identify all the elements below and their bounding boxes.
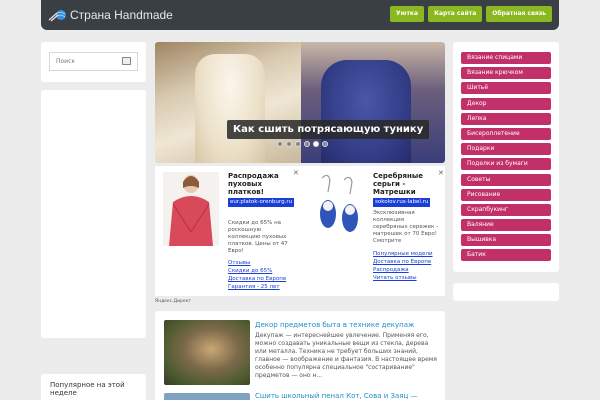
slider-dots <box>277 141 328 147</box>
article-title[interactable]: Декор предметов быта в технике декупаж <box>255 321 439 329</box>
popular-title: Популярное на этой неделе <box>50 381 125 397</box>
article-list: Декор предметов быта в технике декупаж Д… <box>155 311 445 400</box>
category-embroidery[interactable]: Вышивка <box>461 234 551 247</box>
ad-shawls: Распродажа пуховых платков! ✕ eur.platok… <box>155 166 300 296</box>
ad-links: Отзывы Скидки до 65% Доставка по Европе … <box>228 259 294 291</box>
category-scrapbooking[interactable]: Скрапбукинг <box>461 203 551 216</box>
category-felting[interactable]: Валяние <box>461 219 551 232</box>
search-widget <box>41 42 146 82</box>
slider-dot[interactable] <box>295 141 301 147</box>
ad-link-sale[interactable]: Распродажа <box>373 266 439 274</box>
left-sidebar <box>41 42 146 338</box>
ad-link-delivery[interactable]: Доставка по Европе <box>373 258 439 266</box>
ad-block: Распродажа пуховых платков! ✕ eur.platok… <box>155 166 445 296</box>
search-input[interactable] <box>50 53 120 70</box>
slider-dot[interactable] <box>322 141 328 147</box>
ad-description: Скидки до 65% на роскошную коллекцию пух… <box>228 220 288 254</box>
article-thumbnail[interactable] <box>164 393 250 400</box>
category-beading[interactable]: Бисероплетение <box>461 127 551 140</box>
ad-link-discounts[interactable]: Скидки до 65% <box>228 267 294 275</box>
category-crochet[interactable]: Вязание крючком <box>461 67 551 80</box>
shawl-ad-image[interactable] <box>163 172 219 246</box>
search-button[interactable] <box>122 57 131 65</box>
slider-dot[interactable] <box>277 141 283 147</box>
search-form <box>49 52 138 71</box>
ad-title[interactable]: Распродажа пуховых платков! <box>228 172 294 196</box>
ad-earrings: Серебряные серьги - Матрешки ✕ sokolov.r… <box>300 166 445 296</box>
category-modeling[interactable]: Лепка <box>461 112 551 125</box>
category-sidebar: Вязание спицами Вязание крючком Шитьё Де… <box>453 42 559 272</box>
ad-domain[interactable]: sokolov.rus-label.ru <box>373 198 431 207</box>
site-logo-text: Страна Handmade <box>70 8 173 22</box>
category-decor[interactable]: Декор <box>461 97 551 110</box>
slide-caption[interactable]: Как сшить потрясающую тунику <box>227 120 430 139</box>
ad-links: Популярные модели Доставка по Европе Рас… <box>373 250 439 282</box>
slider-dot-active[interactable] <box>313 141 319 147</box>
site-header: Страна Handmade Уютка Карта сайта Обратн… <box>41 0 559 30</box>
ad-description: Эксклюзивная коллекция серебряных сереже… <box>373 210 439 244</box>
dark-tunic-image <box>321 60 411 163</box>
nav-link-feedback[interactable]: Обратная связь <box>486 6 552 22</box>
ad-link-reviews[interactable]: Читать отзывы <box>373 274 439 282</box>
close-icon[interactable]: ✕ <box>438 169 444 177</box>
article-thumbnail[interactable] <box>164 320 250 385</box>
earrings-ad-image[interactable] <box>308 172 364 246</box>
top-nav: Уютка Карта сайта Обратная связь <box>390 6 552 22</box>
category-gifts[interactable]: Подарки <box>461 143 551 156</box>
light-tunic-image <box>195 54 265 163</box>
featured-slider[interactable]: Как сшить потрясающую тунику <box>155 42 445 163</box>
category-sewing[interactable]: Шитьё <box>461 82 551 95</box>
left-sidebar-widget <box>41 90 146 338</box>
slider-dot[interactable] <box>286 141 292 147</box>
category-knitting-needles[interactable]: Вязание спицами <box>461 52 551 64</box>
category-drawing[interactable]: Рисование <box>461 188 551 201</box>
ad-link-popular-models[interactable]: Популярные модели <box>373 250 439 258</box>
ad-link-delivery[interactable]: Доставка по Европе <box>228 275 294 283</box>
article-title[interactable]: Сшить школьный пенал Кот, Сова и Заяц — <box>255 392 439 400</box>
category-tips[interactable]: Советы <box>461 173 551 186</box>
yarn-logo-icon <box>48 8 68 22</box>
ad-link-reviews[interactable]: Отзывы <box>228 259 294 267</box>
nav-link-sitemap[interactable]: Карта сайта <box>428 6 483 22</box>
slider-dot[interactable] <box>304 141 310 147</box>
article-excerpt: Декупаж — интереснейшее увлечение. Приме… <box>255 332 437 379</box>
close-icon[interactable]: ✕ <box>293 169 299 177</box>
ad-link-warranty[interactable]: Гарантия - 25 лет <box>228 283 294 291</box>
ad-domain[interactable]: eur.platok-orenburg.ru <box>228 198 295 207</box>
category-paper-crafts[interactable]: Поделки из бумаги <box>461 158 551 171</box>
yandex-direct-label[interactable]: Яндекс.Директ <box>155 299 191 304</box>
right-sidebar-widget <box>453 283 559 301</box>
popular-widget: Популярное на этой неделе <box>41 374 146 400</box>
category-batik[interactable]: Батик <box>461 249 551 262</box>
ad-title[interactable]: Серебряные серьги - Матрешки <box>373 172 439 196</box>
site-logo[interactable]: Страна Handmade <box>48 6 173 24</box>
nav-link-uyutka[interactable]: Уютка <box>390 6 425 22</box>
